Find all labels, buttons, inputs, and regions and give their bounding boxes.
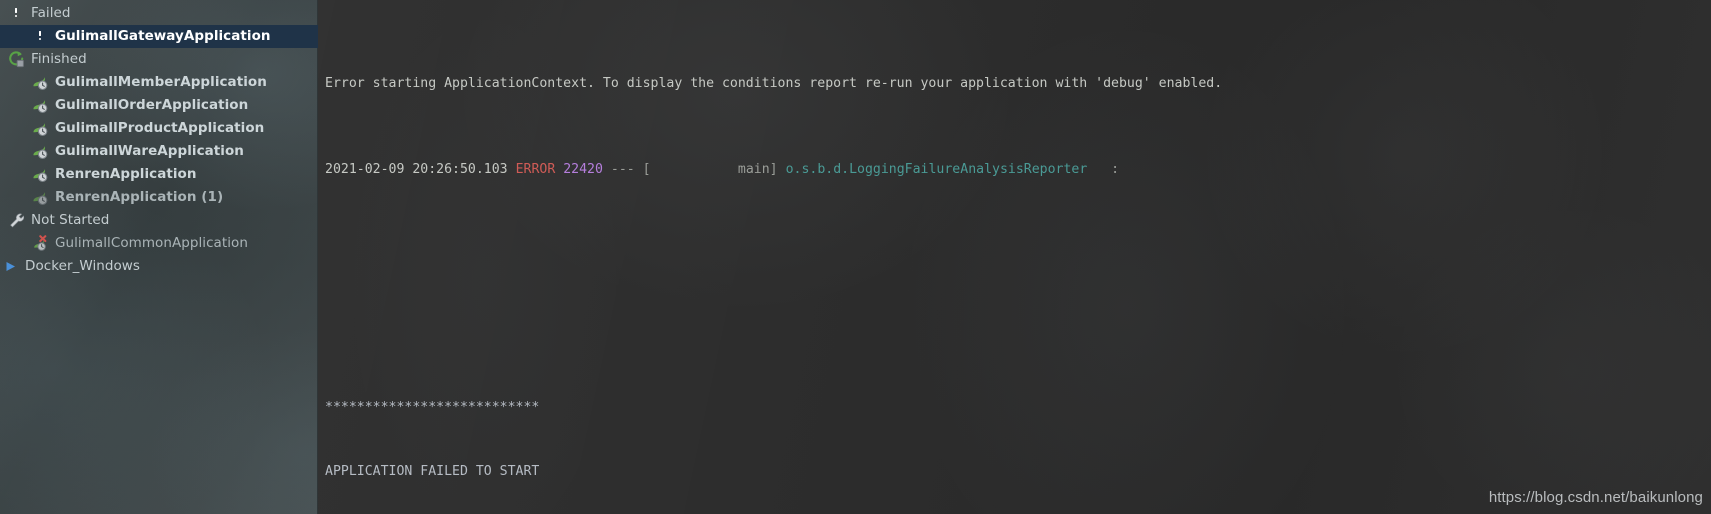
tree-node-gulimallproductapplication[interactable]: GulimallProductApplication xyxy=(0,117,318,140)
tree-node-label: Docker_Windows xyxy=(25,258,140,274)
tree-node-label: RenrenApplication (1) xyxy=(55,189,224,205)
spring-dim-icon xyxy=(32,189,49,206)
tree-node-label: Finished xyxy=(31,51,87,67)
tree-node-label: RenrenApplication xyxy=(55,166,197,182)
tree-node-gulimallorderapplication[interactable]: GulimallOrderApplication xyxy=(0,94,318,117)
log-banner-top: *************************** xyxy=(325,397,1711,419)
log-level-error: ERROR xyxy=(515,162,556,178)
tree-node-label: GulimallMemberApplication xyxy=(55,74,267,90)
log-blank-1 xyxy=(325,246,1711,268)
log-space-1 xyxy=(508,162,516,177)
tree-node-renrenapplication[interactable]: RenrenApplication xyxy=(0,163,318,186)
banner-title-text: APPLICATION FAILED TO START xyxy=(325,464,540,480)
log-space-3 xyxy=(778,162,786,177)
log-banner-title: APPLICATION FAILED TO START xyxy=(325,461,1711,483)
log-blank-2 xyxy=(325,310,1711,332)
rerun-icon xyxy=(8,51,25,68)
spring-icon xyxy=(32,120,49,137)
error-icon xyxy=(8,5,25,22)
console-log-text: Error starting ApplicationContext. To di… xyxy=(318,0,1711,514)
tree-node-label: Failed xyxy=(31,5,71,21)
log-colon: : xyxy=(1087,162,1120,178)
spring-icon xyxy=(32,143,49,160)
wrench-icon xyxy=(8,212,25,229)
tree-node-gulimallmemberapplication[interactable]: GulimallMemberApplication xyxy=(0,71,318,94)
log-process-id: 22420 xyxy=(563,162,603,178)
tree-node-label: GulimallWareApplication xyxy=(55,143,244,159)
log-line-logging-failure: 2021-02-09 20:26:50.103 ERROR 22420 --- … xyxy=(325,159,1711,181)
log-thread-name: main] xyxy=(650,162,778,178)
banner-top-text: *************************** xyxy=(325,399,540,415)
spring-icon xyxy=(32,166,49,183)
spring-x-icon xyxy=(32,235,49,252)
tree-node-gulimallgatewayapplication[interactable]: GulimallGatewayApplication xyxy=(0,25,318,48)
log-line-error-starting: Error starting ApplicationContext. To di… xyxy=(325,73,1711,95)
log-error-starting-text: Error starting ApplicationContext. To di… xyxy=(325,75,1223,91)
tree-node-not-started[interactable]: Not Started xyxy=(0,209,318,232)
blog-watermark: https://blog.csdn.net/baikunlong xyxy=(1488,489,1703,506)
tree-node-renrenapplication-1[interactable]: RenrenApplication (1) xyxy=(0,186,318,209)
tree-node-label: GulimallGatewayApplication xyxy=(55,28,271,44)
tree-node-docker-windows[interactable]: Docker_Windows xyxy=(0,255,318,278)
tree-node-label: Not Started xyxy=(31,212,110,228)
run-triangle-icon xyxy=(2,258,19,275)
tree-node-finished[interactable]: Finished xyxy=(0,48,318,71)
tree-node-label: GulimallCommonApplication xyxy=(55,235,248,251)
tree-node-gulimallcommonapplication[interactable]: GulimallCommonApplication xyxy=(0,232,318,255)
log-logger-name: o.s.b.d.LoggingFailureAnalysisReporter xyxy=(785,162,1088,178)
run-configuration-tree[interactable]: Failed GulimallGatewayApplication Finished… xyxy=(0,0,318,278)
log-timestamp: 2021-02-09 20:26:50.103 xyxy=(325,162,508,178)
run-triangle-icon xyxy=(4,258,17,277)
run-dashboard-sidebar: Failed GulimallGatewayApplication Finished… xyxy=(0,0,318,514)
tree-node-failed[interactable]: Failed xyxy=(0,2,318,25)
spring-icon xyxy=(32,97,49,114)
tree-node-gulimallwareapplication[interactable]: GulimallWareApplication xyxy=(0,140,318,163)
tree-node-label: GulimallOrderApplication xyxy=(55,97,249,113)
spring-icon xyxy=(32,74,49,91)
console-output-panel[interactable]: Error starting ApplicationContext. To di… xyxy=(318,0,1711,514)
log-separator: --- [ xyxy=(602,162,651,178)
ide-run-dashboard-window: Failed GulimallGatewayApplication Finished… xyxy=(0,0,1711,514)
error-icon xyxy=(32,28,49,45)
tree-node-label: GulimallProductApplication xyxy=(55,120,265,136)
